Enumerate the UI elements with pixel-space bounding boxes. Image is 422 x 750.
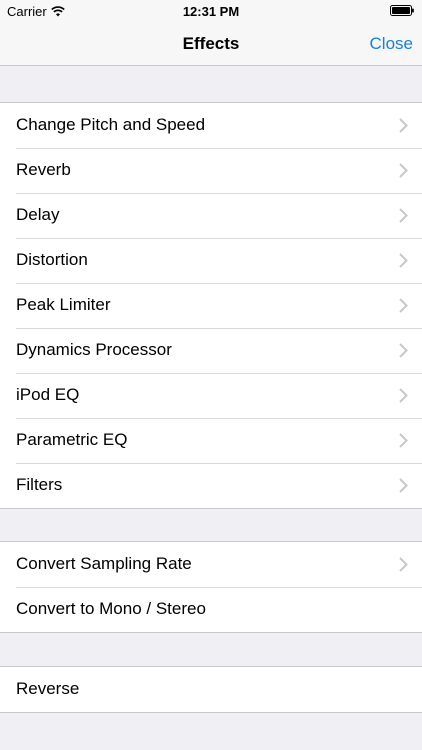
list-item-label: Peak Limiter [16,295,111,314]
list-item-convert-to-mono-stereo[interactable]: Convert to Mono / Stereo [0,587,422,632]
chevron-right-icon [399,478,408,493]
list-item-label: Parametric EQ [16,430,128,449]
list-item-dynamics-processor[interactable]: Dynamics Processor [0,328,422,373]
list-item-label: Filters [16,475,63,494]
list-item-parametric-eq[interactable]: Parametric EQ [0,418,422,463]
list-item-label: iPod EQ [16,385,80,404]
chevron-right-icon [399,388,408,403]
chevron-right-icon [399,253,408,268]
list-item-ipod-eq[interactable]: iPod EQ [0,373,422,418]
list-item-label: Reverse [16,679,80,698]
page-title: Effects [182,34,240,53]
status-bar: Carrier 12:31 PM [0,0,422,22]
list-item-filters[interactable]: Filters [0,463,422,508]
list-item-convert-sampling-rate[interactable]: Convert Sampling Rate [0,542,422,587]
chevron-right-icon [399,163,408,178]
conversion-section: Convert Sampling Rate Convert to Mono / … [0,541,422,633]
chevron-right-icon [399,557,408,572]
list-item-distortion[interactable]: Distortion [0,238,422,283]
list-item-label: Reverb [16,160,71,179]
battery-icon [390,5,414,16]
list-item-label: Distortion [16,250,88,269]
close-button[interactable]: Close [370,34,413,54]
list-item-label: Change Pitch and Speed [16,115,206,134]
effects-screen: Carrier 12:31 PM Effects Close Change Pi… [0,0,422,750]
list-item-reverse[interactable]: Reverse [0,667,422,712]
list-item-label: Dynamics Processor [16,340,172,359]
list-item-change-pitch-and-speed[interactable]: Change Pitch and Speed [0,103,422,148]
chevron-right-icon [399,118,408,133]
chevron-right-icon [399,433,408,448]
list-item-label: Convert Sampling Rate [16,554,192,573]
effects-section: Change Pitch and Speed Reverb Delay Dist… [0,102,422,509]
list-item-delay[interactable]: Delay [0,193,422,238]
reverse-section: Reverse [0,666,422,713]
status-time: 12:31 PM [182,4,240,19]
chevron-right-icon [399,208,408,223]
list-item-label: Convert to Mono / Stereo [16,599,206,618]
chevron-right-icon [399,343,408,358]
chevron-right-icon [399,298,408,313]
list-item-reverb[interactable]: Reverb [0,148,422,193]
list-item-label: Delay [16,205,60,224]
list-item-peak-limiter[interactable]: Peak Limiter [0,283,422,328]
navigation-bar: Effects Close [0,22,422,66]
